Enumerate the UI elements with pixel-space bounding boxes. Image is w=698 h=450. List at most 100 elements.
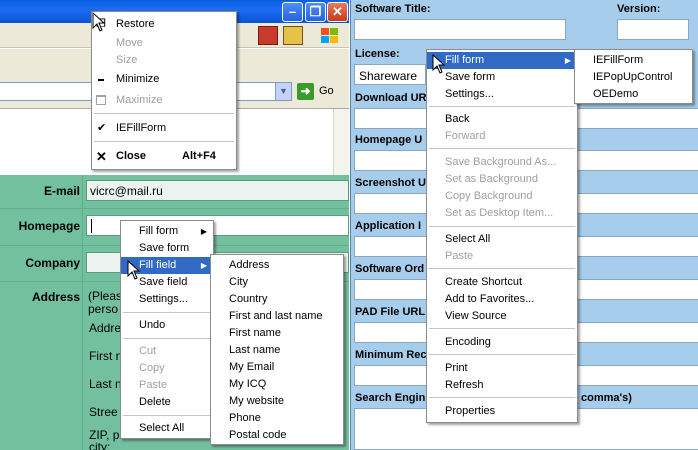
license-value: Shareware [359, 69, 418, 83]
close-button[interactable]: ✕ [327, 2, 348, 22]
menu-item-encoding[interactable]: Encoding [427, 334, 577, 351]
menu-separator [429, 268, 575, 269]
menu-item-refresh[interactable]: Refresh [427, 377, 577, 394]
email-value: vicrc@mail.ru [90, 184, 163, 198]
download-url-label: Download UR [355, 92, 427, 104]
menu-item-move[interactable]: Move [92, 35, 236, 52]
menu-item-undo[interactable]: Undo [121, 317, 213, 334]
maximize-icon [96, 95, 106, 105]
toolbar-tools-icon[interactable] [283, 26, 303, 45]
address-hint-line-2: perso [88, 302, 119, 316]
version-label: Version: [617, 3, 661, 15]
license-select[interactable]: Shareware [354, 64, 426, 85]
address-dropdown-chevron-down-icon[interactable]: ▼ [275, 82, 292, 101]
menu-item-back[interactable]: Back [427, 111, 577, 128]
menu-item-forward[interactable]: Forward [427, 128, 577, 145]
menu-item-paste[interactable]: Paste [121, 377, 213, 394]
text-caret [91, 219, 92, 233]
homepage-label: Homepage [18, 219, 80, 233]
submenu-item-my-icq[interactable]: My ICQ [211, 376, 343, 393]
menu-item-select-all[interactable]: Select All [121, 420, 213, 437]
version-field[interactable] [617, 19, 689, 40]
mouse-pointer-icon [432, 53, 446, 77]
go-label: Go [319, 85, 334, 97]
menu-item-set-as-desktop-item[interactable]: Set as Desktop Item... [427, 205, 577, 222]
maximize-button[interactable]: ❐ [305, 2, 326, 22]
sub-label-city: city: [89, 440, 111, 450]
menu-item-maximize[interactable]: Maximize [92, 92, 236, 109]
menu-separator [429, 354, 575, 355]
sub-label-last-name: Last n [89, 377, 122, 391]
menu-item-restore[interactable]: ❐ Restore [92, 16, 236, 33]
address-hint-line-1: (Pleas [88, 289, 123, 303]
pad-file-url-label: PAD File URL [355, 306, 426, 318]
menu-item-cut[interactable]: Cut [121, 343, 213, 360]
submenu-item-iefillform[interactable]: IEFillForm [575, 52, 692, 69]
menu-item-properties[interactable]: Properties [427, 403, 577, 420]
submenu-item-first-name[interactable]: First name [211, 325, 343, 342]
submenu-item-iepopupcontrol[interactable]: IEPopUpControl [575, 69, 692, 86]
menu-item-paste[interactable]: Paste [427, 248, 577, 265]
submenu-item-oedemo[interactable]: OEDemo [575, 86, 692, 103]
submenu-item-my-email[interactable]: My Email [211, 359, 343, 376]
email-field[interactable]: vicrc@mail.ru [86, 180, 349, 201]
menu-item-select-all[interactable]: Select All [427, 231, 577, 248]
submenu-item-phone[interactable]: Phone [211, 410, 343, 427]
menu-item-minimize[interactable]: Minimize [92, 71, 236, 88]
menu-separator [429, 106, 575, 107]
menu-item-save-form[interactable]: Save form [121, 240, 213, 257]
submenu-item-my-website[interactable]: My website [211, 393, 343, 410]
minimum-requirements-label: Minimum Rec [355, 349, 427, 361]
go-button[interactable]: ➜ Go [297, 82, 345, 101]
sub-label-first-name: First n [89, 349, 123, 363]
menu-item-settings[interactable]: Settings... [427, 86, 577, 103]
row-divider [0, 208, 349, 209]
menu-separator [429, 328, 575, 329]
toolbar-plugin-icon[interactable] [258, 26, 278, 45]
search-engine-label: Search Engin [355, 392, 426, 404]
menu-item-create-shortcut[interactable]: Create Shortcut [427, 274, 577, 291]
submenu-item-country[interactable]: Country [211, 291, 343, 308]
right-context-menu: Fill form ▶ Save form Settings... Back Fo… [426, 49, 578, 423]
menu-item-iefillform[interactable]: ✔ IEFillForm [92, 120, 236, 137]
menu-item-settings[interactable]: Settings... [121, 291, 213, 308]
email-label: E-mail [43, 184, 80, 198]
submenu-item-city[interactable]: City [211, 274, 343, 291]
company-label: Company [25, 256, 80, 270]
menu-item-close[interactable]: ✕ Close Alt+F4 [92, 148, 236, 165]
menu-item-fill-form[interactable]: Fill form ▶ [427, 52, 577, 69]
scrollbar[interactable] [333, 109, 349, 175]
menu-item-view-source[interactable]: View Source [427, 308, 577, 325]
minimize-button[interactable]: – [282, 2, 303, 22]
software-title-label: Software Title: [355, 3, 431, 15]
menu-item-fill-form[interactable]: Fill form ▶ [121, 223, 213, 240]
menu-item-set-as-background[interactable]: Set as Background [427, 171, 577, 188]
menu-item-size[interactable]: Size [92, 52, 236, 69]
menu-item-delete[interactable]: Delete [121, 394, 213, 411]
menu-item-save-background-as[interactable]: Save Background As... [427, 154, 577, 171]
menu-item-save-form[interactable]: Save form [427, 69, 577, 86]
minimize-icon [98, 79, 104, 81]
menu-separator [94, 113, 234, 114]
software-order-label: Software Ord [355, 263, 425, 275]
submenu-item-postal-code[interactable]: Postal code [211, 427, 343, 444]
menu-separator [94, 141, 234, 142]
search-engine-hint: comma's) [581, 392, 632, 404]
menu-item-print[interactable]: Print [427, 360, 577, 377]
submenu-item-address[interactable]: Address [211, 257, 343, 274]
menu-item-add-to-favorites[interactable]: Add to Favorites... [427, 291, 577, 308]
submenu-item-first-and-last-name[interactable]: First and last name [211, 308, 343, 325]
column-divider [82, 175, 83, 450]
close-shortcut: Alt+F4 [182, 150, 216, 162]
menu-item-copy[interactable]: Copy [121, 360, 213, 377]
homepage-url-label: Homepage U [355, 134, 423, 146]
close-icon: ✕ [96, 149, 107, 164]
mouse-pointer-icon [92, 11, 106, 35]
menu-separator [429, 397, 575, 398]
menu-item-copy-background[interactable]: Copy Background [427, 188, 577, 205]
software-title-field[interactable] [354, 19, 566, 40]
checkmark-icon: ✔ [97, 122, 107, 134]
submenu-item-last-name[interactable]: Last name [211, 342, 343, 359]
application-label: Application I [355, 220, 421, 232]
menu-separator [123, 312, 211, 313]
